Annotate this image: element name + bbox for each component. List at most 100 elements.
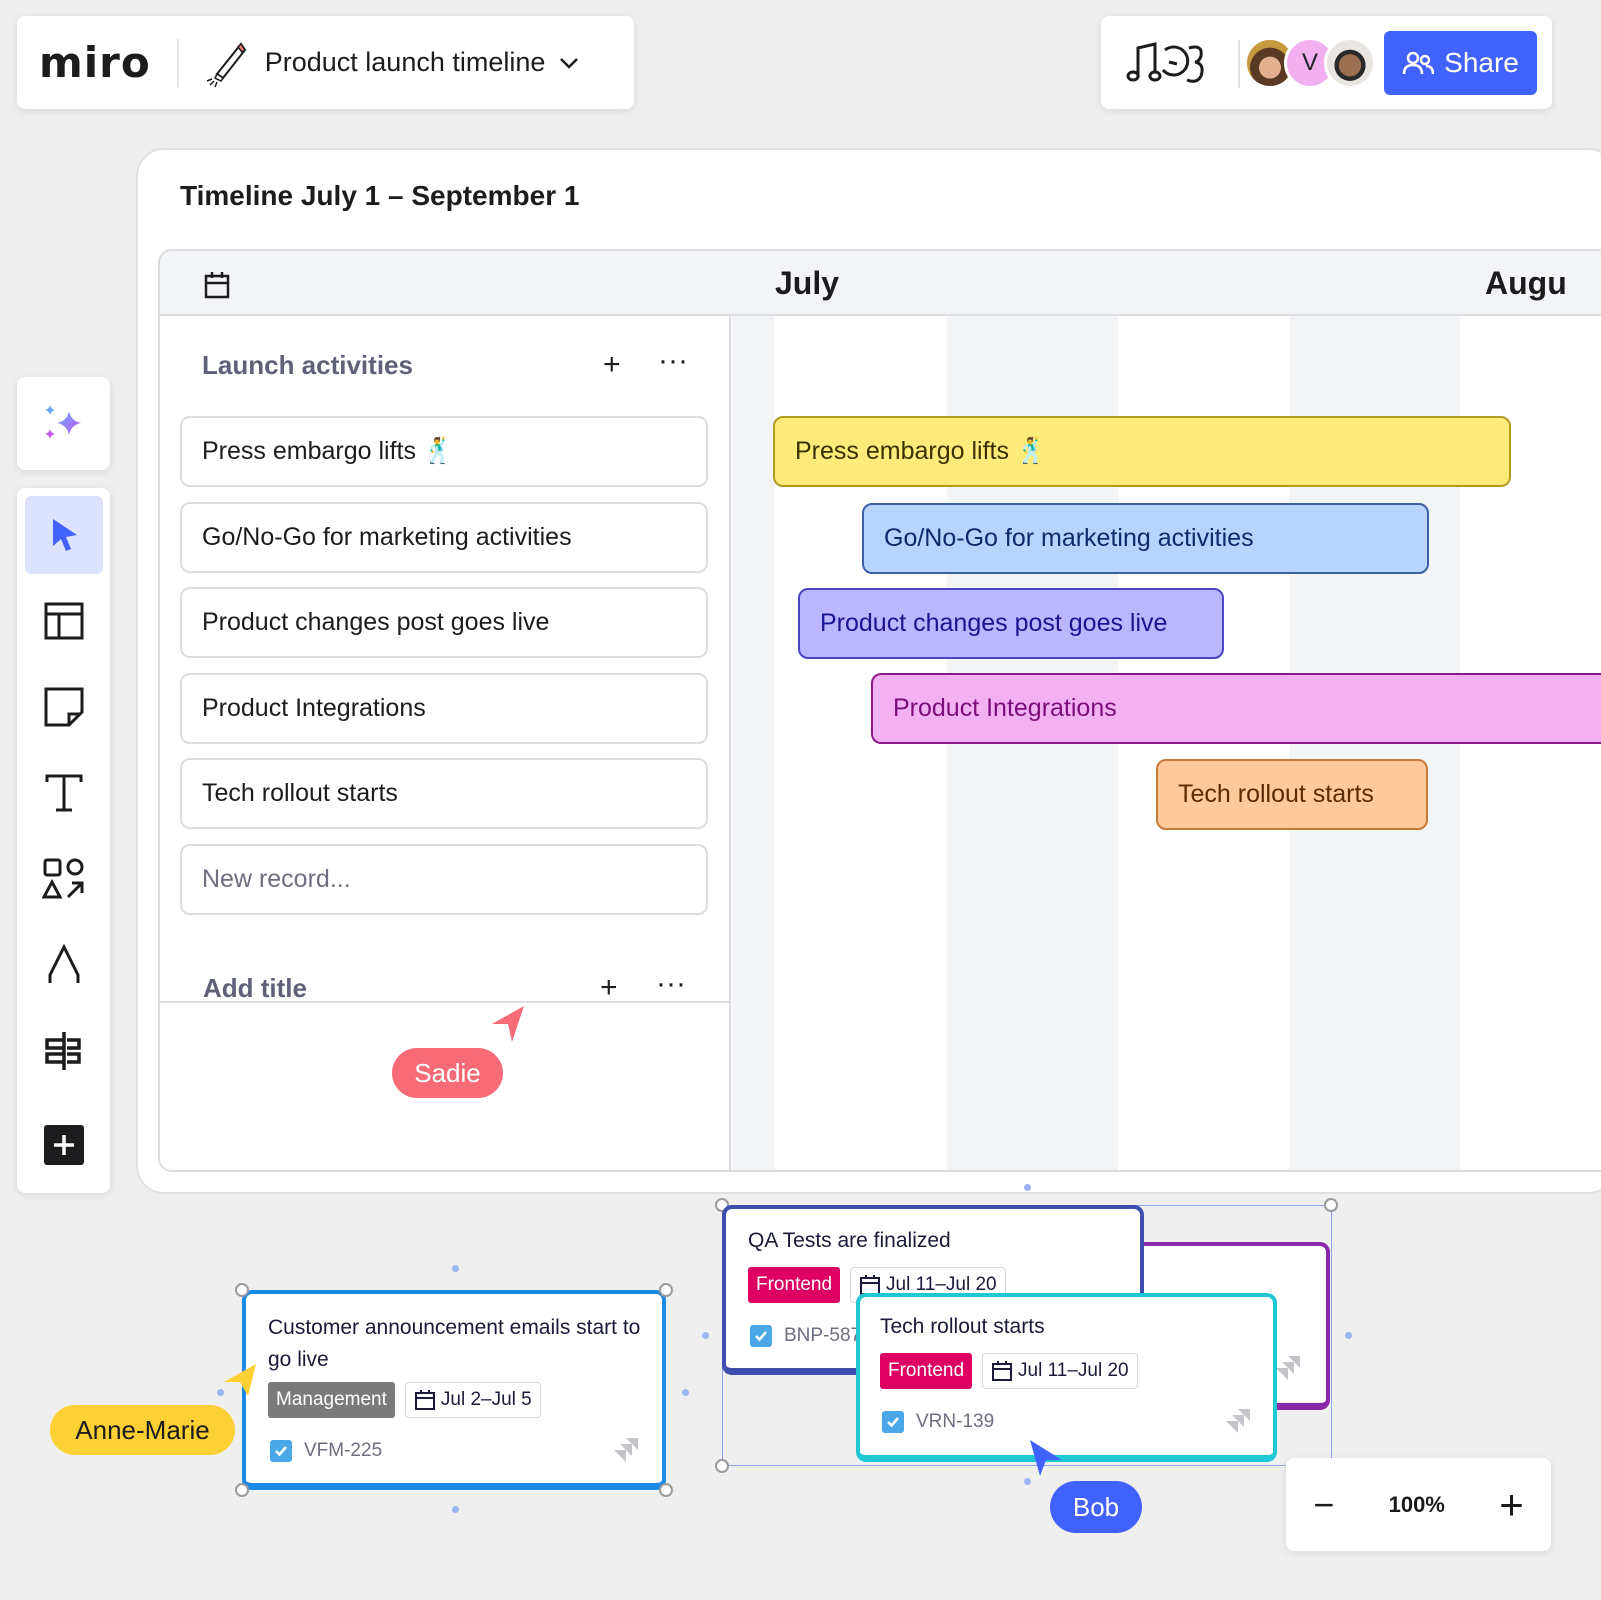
cursor-icon — [53, 519, 77, 551]
zoom-control: − 100% + — [1286, 1458, 1551, 1551]
record-row[interactable]: Tech rollout starts — [180, 758, 708, 829]
card-footer: BNP-587 — [750, 1325, 861, 1347]
tag-management[interactable]: Management — [268, 1382, 395, 1418]
record-label: Product changes post goes live — [202, 608, 550, 636]
checkbox-checked-icon[interactable] — [270, 1440, 292, 1462]
sparkles-icon — [44, 404, 81, 439]
connector-dot[interactable] — [682, 1389, 689, 1396]
jira-card[interactable]: Customer announcement emails start to go… — [242, 1290, 666, 1490]
record-row[interactable]: Press embargo lifts 🕺 — [180, 416, 708, 487]
checkbox-checked-icon[interactable] — [882, 1411, 904, 1433]
record-row[interactable]: Go/No-Go for marketing activities — [180, 502, 708, 573]
connector-dot[interactable] — [702, 1332, 709, 1339]
resize-handle[interactable] — [659, 1283, 673, 1297]
jira-icon — [1226, 1409, 1250, 1433]
resize-handle[interactable] — [235, 1483, 249, 1497]
resize-handle[interactable] — [659, 1483, 673, 1497]
date-range: Jul 11–Jul 20 — [1018, 1360, 1129, 1381]
date-chip[interactable]: Jul 2–Jul 5 — [404, 1382, 541, 1418]
connector-dot[interactable] — [452, 1506, 459, 1513]
timeline-bar[interactable]: Press embargo lifts 🕺 — [773, 416, 1511, 487]
pen-icon — [48, 943, 80, 983]
collaborator-cursor-label: Anne-Marie — [50, 1405, 235, 1455]
timeline-bar[interactable]: Product Integrations — [871, 673, 1601, 744]
resize-handle[interactable] — [235, 1283, 249, 1297]
connector-dot[interactable] — [1024, 1184, 1031, 1191]
record-row[interactable]: Product Integrations — [180, 673, 708, 744]
record-row[interactable]: Product changes post goes live — [180, 587, 708, 658]
share-button[interactable]: Share — [1384, 31, 1537, 95]
avatar-initial: V — [1301, 49, 1318, 76]
jira-icon — [1276, 1356, 1300, 1380]
issue-key[interactable]: VRN-139 — [916, 1411, 994, 1433]
chevron-down-icon[interactable] — [559, 56, 579, 70]
group-title[interactable]: Launch activities — [202, 350, 413, 381]
users-icon — [1402, 51, 1435, 75]
new-record-input[interactable]: New record... — [180, 844, 708, 915]
connector-dot[interactable] — [1024, 1478, 1031, 1485]
share-label: Share — [1444, 47, 1519, 78]
calendar-icon[interactable] — [204, 271, 230, 299]
issue-key[interactable]: BNP-587 — [784, 1325, 861, 1347]
rocket-icon — [206, 41, 246, 87]
timeline-bar[interactable]: Tech rollout starts — [1156, 759, 1428, 830]
timeline-bar[interactable]: Go/No-Go for marketing activities — [862, 503, 1429, 574]
card-footer: VFM-225 — [270, 1440, 382, 1462]
timeline-header: July Augu — [160, 251, 1601, 316]
jira-icon — [614, 1438, 638, 1462]
issue-key[interactable]: VFM-225 — [304, 1440, 382, 1462]
shapes-tool[interactable] — [25, 840, 103, 918]
tools-toolbar — [17, 488, 110, 1193]
connector-dot[interactable] — [452, 1265, 459, 1272]
bar-label: Tech rollout starts — [1178, 780, 1374, 808]
bar-label: Product changes post goes live — [820, 609, 1168, 637]
collaboration-bar: V Share — [1101, 16, 1552, 109]
add-record-button[interactable]: + — [603, 350, 621, 380]
templates-tool[interactable] — [25, 582, 103, 660]
more-tools-button[interactable] — [25, 1106, 103, 1184]
zoom-in-button[interactable]: + — [1499, 1481, 1524, 1529]
cursor-pointer-icon — [492, 1006, 524, 1042]
collaborator-cursor-label: Sadie — [392, 1048, 503, 1098]
connector-dot[interactable] — [1345, 1332, 1352, 1339]
card-tags: Frontend Jul 11–Jul 20 — [880, 1353, 1138, 1389]
more-options-button[interactable]: ··· — [656, 969, 686, 999]
timeline-bar[interactable]: Product changes post goes live — [798, 588, 1224, 659]
record-label: Tech rollout starts — [202, 779, 398, 807]
card-title: Customer announcement emails start to go… — [268, 1316, 641, 1371]
zoom-level[interactable]: 100% — [1389, 1492, 1445, 1518]
text-tool[interactable] — [25, 754, 103, 832]
frame-title[interactable]: Timeline July 1 – September 1 — [180, 180, 579, 212]
board-title[interactable]: Product launch timeline — [265, 47, 546, 78]
group-title[interactable]: Add title — [203, 973, 307, 1004]
bar-label: Product Integrations — [893, 694, 1117, 722]
tag-frontend[interactable]: Frontend — [880, 1353, 973, 1389]
more-options-button[interactable]: ··· — [658, 346, 688, 376]
resize-handle[interactable] — [1324, 1198, 1338, 1212]
resize-handle[interactable] — [715, 1459, 729, 1473]
tag-frontend[interactable]: Frontend — [748, 1267, 841, 1303]
zoom-out-button[interactable]: − — [1313, 1484, 1334, 1526]
checkbox-checked-icon[interactable] — [750, 1325, 772, 1347]
shapes-icon — [42, 858, 84, 899]
board-header: miro Product launch timeline — [17, 16, 634, 109]
jira-card[interactable]: Tech rollout starts Frontend Jul 11–Jul … — [856, 1293, 1277, 1462]
avatar[interactable] — [1324, 37, 1376, 89]
pen-tool[interactable] — [25, 926, 103, 1004]
record-label: Press embargo lifts 🕺 — [202, 437, 455, 465]
divider — [176, 38, 179, 87]
records-column: Launch activities + ··· Press embargo li… — [160, 316, 731, 1170]
reactions-icon[interactable] — [1125, 40, 1215, 86]
frame-tool[interactable] — [25, 1012, 103, 1090]
miro-logo[interactable]: miro — [39, 38, 151, 87]
sticky-note-tool[interactable] — [25, 668, 103, 746]
add-record-button[interactable]: + — [600, 973, 618, 1003]
text-icon — [45, 774, 83, 812]
calendar-icon — [992, 1361, 1013, 1381]
bar-label: Press embargo lifts 🕺 — [795, 437, 1048, 465]
week-column — [732, 316, 775, 1170]
select-tool[interactable] — [25, 496, 103, 574]
ai-assist-button[interactable] — [17, 377, 110, 470]
date-chip[interactable]: Jul 11–Jul 20 — [982, 1353, 1138, 1389]
card-title: QA Tests are finalized — [748, 1229, 951, 1252]
